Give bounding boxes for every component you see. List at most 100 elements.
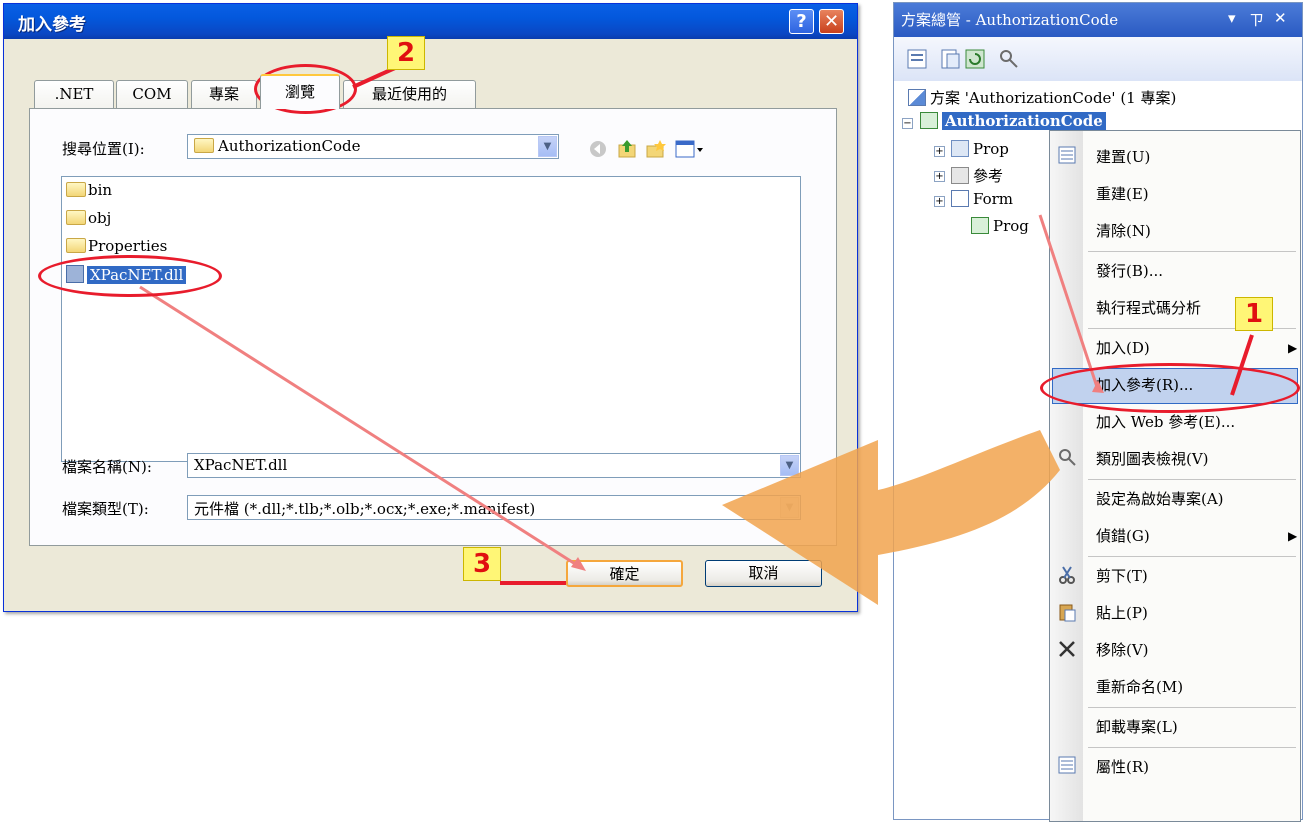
tree-item-label: 參考 <box>973 167 1004 185</box>
class-diagram-icon[interactable] <box>998 48 1020 70</box>
list-item[interactable]: obj <box>66 209 111 233</box>
properties-folder-icon <box>951 140 969 157</box>
delete-icon <box>1059 641 1075 657</box>
expand-icon[interactable]: + <box>934 171 945 182</box>
scissors-icon <box>1059 566 1075 584</box>
chevron-down-icon[interactable]: ▼ <box>538 136 557 157</box>
menu-separator <box>1088 747 1296 748</box>
look-in-text: AuthorizationCode <box>218 137 361 155</box>
menu-item-paste[interactable]: 貼上(P) <box>1096 602 1148 623</box>
file-name-label: 檔案名稱(N): <box>62 458 152 476</box>
tree-item-label: Prop <box>973 140 1009 158</box>
folder-icon <box>194 138 214 153</box>
look-in-combo[interactable]: AuthorizationCode ▼ <box>187 134 559 159</box>
menu-item-add-web-reference[interactable]: 加入 Web 參考(E)... <box>1096 411 1235 432</box>
menu-item-clean[interactable]: 清除(N) <box>1096 220 1151 241</box>
back-icon[interactable] <box>587 138 609 160</box>
solution-explorer-title-bar[interactable]: 方案總管 - AuthorizationCode ▾ ㄗ ✕ <box>894 3 1302 37</box>
menu-item-debug[interactable]: 偵錯(G) <box>1096 525 1150 546</box>
close-button[interactable]: ✕ <box>819 9 844 34</box>
window-position-icon[interactable]: ▾ <box>1228 9 1236 27</box>
tab-recent[interactable]: 最近使用的 <box>343 80 476 108</box>
properties-icon[interactable] <box>906 48 928 70</box>
tab-com[interactable]: COM <box>116 80 188 108</box>
folder-icon <box>66 238 86 253</box>
menu-item-rebuild[interactable]: 重建(E) <box>1096 183 1149 204</box>
properties-icon <box>1058 756 1076 774</box>
menu-item-cut[interactable]: 剪下(T) <box>1096 565 1148 586</box>
step-callout-1: 1 <box>1235 297 1273 331</box>
look-in-label: 搜尋位置(I): <box>62 140 145 158</box>
file-name: Properties <box>88 237 168 255</box>
close-icon[interactable]: ✕ <box>1274 9 1287 27</box>
solution-icon <box>908 89 926 106</box>
tree-item-label: Form <box>973 190 1014 208</box>
project-label: AuthorizationCode <box>942 112 1106 130</box>
file-name: bin <box>88 181 113 199</box>
menu-item-unload-project[interactable]: 卸載專案(L) <box>1096 716 1178 737</box>
menu-icon-gutter <box>1050 131 1083 821</box>
menu-item-view-class-diagram[interactable]: 類別圖表檢視(V) <box>1096 448 1209 469</box>
tree-item-program[interactable]: Prog <box>951 217 1029 235</box>
folder-icon <box>66 210 86 225</box>
project-context-menu: 建置(U) 重建(E) 清除(N) 發行(B)... 執行程式碼分析 加入(D)… <box>1049 130 1301 822</box>
form-icon <box>951 190 969 207</box>
collapse-icon[interactable]: − <box>902 118 913 129</box>
dialog-title-bar[interactable]: 加入參考 ? ✕ <box>4 4 857 39</box>
step-callout-2: 2 <box>387 36 425 70</box>
tree-item-form[interactable]: Form <box>951 190 1013 208</box>
file-type-label: 檔案類型(T): <box>62 500 149 518</box>
dialog-title: 加入參考 <box>18 15 86 35</box>
menu-item-run-code-analysis[interactable]: 執行程式碼分析 <box>1096 297 1201 318</box>
tab-projects[interactable]: 專案 <box>191 80 257 108</box>
project-node[interactable]: AuthorizationCode <box>920 112 1106 130</box>
pin-icon[interactable]: ㄗ <box>1249 9 1264 30</box>
new-folder-icon[interactable] <box>645 138 667 160</box>
menu-separator <box>1088 251 1296 252</box>
folder-icon <box>66 182 86 197</box>
file-name: obj <box>88 209 112 227</box>
cancel-button[interactable]: 取消 <box>705 560 822 587</box>
up-folder-icon[interactable] <box>616 138 638 160</box>
menu-item-set-startup[interactable]: 設定為啟始專案(A) <box>1096 488 1224 509</box>
csharp-project-icon <box>920 112 938 129</box>
submenu-arrow-icon: ▶ <box>1288 341 1298 355</box>
tab-browse[interactable]: 瀏覽 <box>260 74 340 109</box>
menu-separator <box>1088 556 1296 557</box>
menu-separator <box>1088 707 1296 708</box>
file-type-select[interactable]: 元件檔 (*.dll;*.tlb;*.olb;*.ocx;*.exe;*.man… <box>187 495 801 520</box>
file-name-value: XPacNET.dll <box>194 456 288 474</box>
highlight-ring-add-reference <box>1040 363 1300 413</box>
solution-explorer-toolbar <box>894 37 1302 81</box>
step-callout-3: 3 <box>463 547 501 581</box>
view-menu-icon[interactable] <box>674 138 704 160</box>
class-diagram-icon <box>1059 449 1076 466</box>
menu-item-properties[interactable]: 屬性(R) <box>1096 756 1149 777</box>
help-button[interactable]: ? <box>789 9 814 34</box>
refresh-icon[interactable] <box>964 48 986 70</box>
tree-item-properties[interactable]: Prop <box>951 140 1009 158</box>
menu-item-rename[interactable]: 重新命名(M) <box>1096 676 1183 697</box>
menu-item-publish[interactable]: 發行(B)... <box>1096 260 1163 281</box>
tree-item-references[interactable]: 參考 <box>951 165 1003 186</box>
solution-explorer-title: 方案總管 - AuthorizationCode <box>901 11 1119 29</box>
list-item[interactable]: bin <box>66 181 112 205</box>
chevron-down-icon[interactable]: ▼ <box>780 497 799 518</box>
references-icon <box>951 167 969 184</box>
file-name-field[interactable]: XPacNET.dll ▼ <box>187 453 801 478</box>
file-list[interactable]: bin obj Properties XPacNET.dll <box>61 176 801 462</box>
ok-button[interactable]: 確定 <box>566 560 683 587</box>
expand-icon[interactable]: + <box>934 196 945 207</box>
chevron-down-icon[interactable]: ▼ <box>780 455 799 476</box>
show-all-files-icon[interactable] <box>939 48 961 70</box>
solution-label: 方案 'AuthorizationCode' (1 專案) <box>930 89 1177 107</box>
menu-item-remove[interactable]: 移除(V) <box>1096 639 1149 660</box>
tab-dotnet[interactable]: .NET <box>34 80 114 108</box>
solution-node[interactable]: 方案 'AuthorizationCode' (1 專案) <box>908 87 1176 108</box>
build-icon <box>1058 146 1076 164</box>
highlight-ring-dll <box>38 255 222 297</box>
add-reference-dialog: 加入參考 ? ✕ .NET COM 專案 瀏覽 最近使用的 搜尋位置(I): A… <box>3 3 858 612</box>
menu-item-add[interactable]: 加入(D) <box>1096 337 1150 358</box>
menu-item-build[interactable]: 建置(U) <box>1096 146 1150 167</box>
expand-icon[interactable]: + <box>934 146 945 157</box>
